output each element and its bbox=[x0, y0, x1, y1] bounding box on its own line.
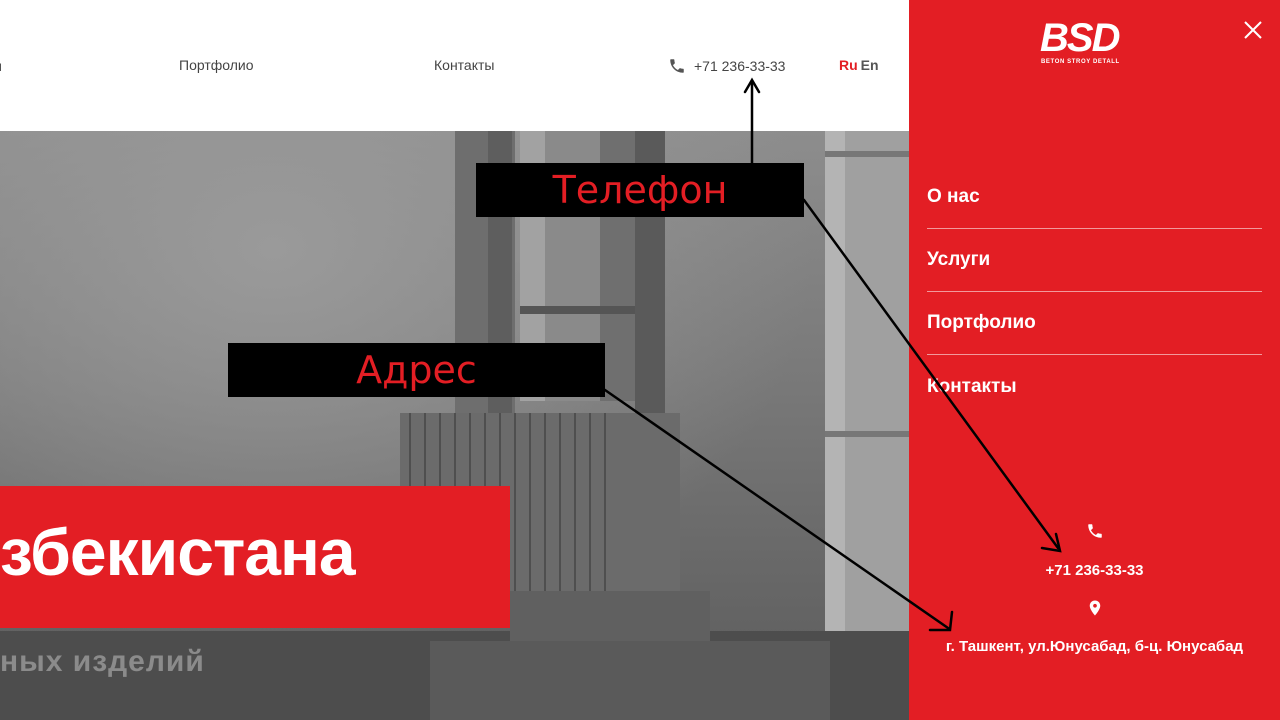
hero-title-banner: збекистана bbox=[0, 486, 510, 628]
lang-ru-link[interactable]: Ru bbox=[839, 57, 858, 73]
close-icon[interactable] bbox=[1242, 19, 1264, 41]
side-menu-item-portfolio[interactable]: Портфолио bbox=[927, 292, 1262, 355]
phone-icon bbox=[1087, 524, 1102, 538]
side-menu-panel: BSD BETON STROY DETALL О нас Услуги Порт… bbox=[909, 0, 1280, 720]
location-pin-icon bbox=[1089, 600, 1100, 616]
annotation-phone-label: Телефон bbox=[476, 163, 804, 217]
hero-section: збекистана ных изделий bbox=[0, 131, 909, 720]
nav-link-partial[interactable]: и bbox=[0, 58, 2, 74]
side-menu-item-about[interactable]: О нас bbox=[927, 166, 1262, 229]
side-address-text: г. Ташкент, ул.Юнусабад, б-ц. Юнусабад bbox=[945, 638, 1244, 655]
logo-mark: BSD bbox=[1040, 16, 1120, 60]
site-header: и Портфолио Контакты +71 236-33-33 RuEn bbox=[0, 0, 909, 131]
hero-title: збекистана bbox=[0, 515, 356, 589]
nav-link-portfolio[interactable]: Портфолио bbox=[179, 57, 254, 73]
lang-en-link[interactable]: En bbox=[861, 57, 879, 73]
side-phone-link[interactable]: +71 236-33-33 bbox=[909, 562, 1280, 579]
concrete-plant-photo bbox=[0, 131, 909, 720]
language-switcher: Ru En bbox=[839, 57, 879, 73]
side-menu-item-services[interactable]: Услуги bbox=[927, 229, 1262, 292]
logo-subtitle: BETON STROY DETALL bbox=[1041, 59, 1120, 65]
hero-subtitle: ных изделий bbox=[0, 645, 205, 678]
annotation-address-label: Адрес bbox=[228, 343, 605, 397]
phone-icon bbox=[670, 59, 684, 73]
header-phone-link[interactable]: +71 236-33-33 bbox=[668, 57, 785, 75]
header-phone-number: +71 236-33-33 bbox=[694, 58, 786, 74]
nav-link-contacts[interactable]: Контакты bbox=[434, 57, 494, 73]
side-phone-icon-wrap bbox=[909, 522, 1280, 545]
side-menu-list: О нас Услуги Портфолио Контакты bbox=[927, 166, 1262, 418]
bsd-logo[interactable]: BSD BETON STROY DETALL bbox=[1040, 18, 1150, 70]
side-menu-item-contacts[interactable]: Контакты bbox=[927, 355, 1262, 418]
side-pin-icon-wrap bbox=[909, 599, 1280, 622]
